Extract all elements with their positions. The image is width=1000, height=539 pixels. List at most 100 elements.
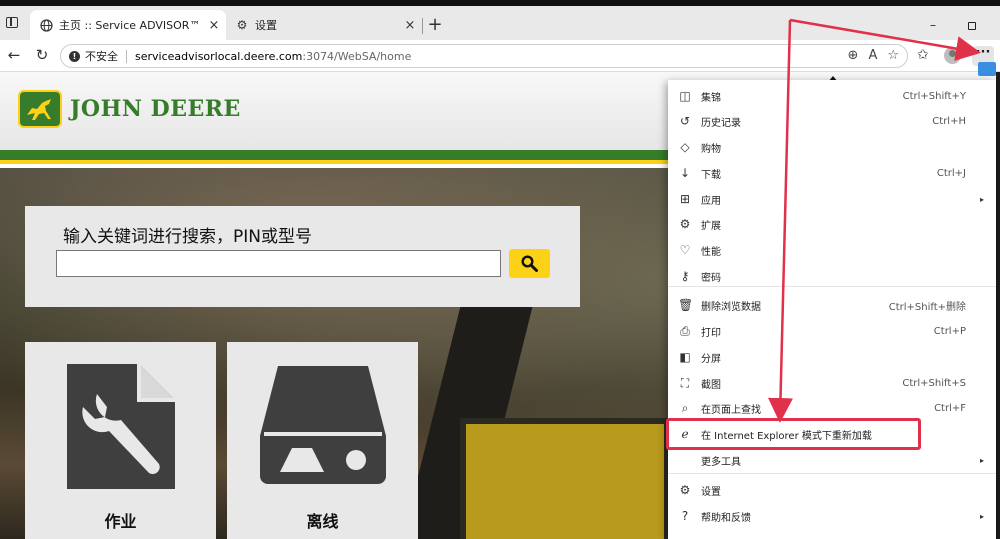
star-icon[interactable]: ☆ <box>887 48 899 63</box>
menu-item[interactable]: ⎙ 打印 Ctrl+P <box>668 319 996 343</box>
menu-item[interactable]: ◇ 购物 <box>668 135 996 159</box>
menu-item-shortcut: Ctrl+Shift+S <box>902 377 966 389</box>
settings-icon: ⚙ <box>679 483 691 497</box>
menu-item[interactable]: ↓ 下载 Ctrl+J <box>668 161 996 185</box>
browser-window: 主页 :: Service ADVISOR™ × ⚙ 设置 × + – ← ↻ … <box>0 0 1000 539</box>
menu-item[interactable]: ◧ 分屏 <box>668 345 996 369</box>
submenu-chevron-icon: ▸ <box>979 511 984 521</box>
browser-toolbar: ← ↻ ! 不安全 serviceadvisorlocal.deere.com:… <box>0 40 1000 72</box>
passwords-icon: ⚷ <box>680 269 690 283</box>
restore-button[interactable] <box>968 22 976 30</box>
menu-item-label: 在页面上查找 <box>701 404 761 416</box>
minimize-button[interactable]: – <box>930 18 936 32</box>
url-host: serviceadvisorlocal.deere.com <box>135 49 303 63</box>
john-deere-logo-icon[interactable] <box>18 90 62 128</box>
menu-item[interactable]: ⌕ 在页面上查找 Ctrl+F <box>668 396 996 420</box>
help-icon: ? <box>681 509 689 523</box>
tab-title: 设置 <box>255 19 277 32</box>
address-divider <box>126 49 127 63</box>
menu-item-label: 截图 <box>701 379 721 391</box>
hard-drive-icon <box>260 364 386 493</box>
profile-avatar[interactable] <box>944 47 961 64</box>
menu-item[interactable]: ⚙ 扩展 <box>668 212 996 236</box>
globe-icon <box>39 18 53 32</box>
submenu-chevron-icon: ▸ <box>979 455 984 465</box>
url-text[interactable]: serviceadvisorlocal.deere.com:3074/WebSA… <box>135 50 411 63</box>
zoom-icon[interactable]: ⊕ <box>848 48 859 63</box>
menu-item-label: 删除浏览数据 <box>701 301 761 313</box>
menu-item[interactable]: ⚙ 设置 <box>668 478 996 502</box>
menu-item-shortcut: Ctrl+Shift+Y <box>902 90 966 102</box>
annotation-highlight-box <box>666 418 921 450</box>
search-button[interactable] <box>509 249 550 278</box>
menu-item[interactable]: 🗑 删除浏览数据 Ctrl+Shift+删除 <box>668 293 996 317</box>
menu-item-label: 设置 <box>701 486 721 498</box>
screenshot-icon: ⛶ <box>680 375 690 390</box>
menu-item-label: 打印 <box>701 327 721 339</box>
menu-item[interactable]: ↺ 历史记录 Ctrl+H <box>668 109 996 133</box>
menu-item-label: 性能 <box>701 246 721 258</box>
search-input[interactable] <box>56 250 501 277</box>
offline-tile-label: 离线 <box>306 512 339 531</box>
performance-icon: ♡ <box>679 243 691 257</box>
menu-item[interactable]: ⊞ 应用 ▸ <box>668 187 996 211</box>
split-screen-icon: ◧ <box>679 350 691 364</box>
menu-separator <box>668 473 996 474</box>
submenu-chevron-icon: ▸ <box>979 194 984 204</box>
apps-icon: ⊞ <box>679 192 691 206</box>
menu-item[interactable]: ◫ 集锦 Ctrl+Shift+Y <box>668 84 996 108</box>
favorites-icon[interactable]: ✩ <box>917 47 929 63</box>
address-actions: ⊕ A ☆ <box>848 48 899 63</box>
menu-item-label: 帮助和反馈 <box>701 512 751 524</box>
tab-settings[interactable]: ⚙ 设置 × <box>226 10 422 40</box>
tab-divider <box>422 18 423 34</box>
menu-item[interactable]: ⚷ 密码 <box>668 264 996 288</box>
menu-item-label: 应用 <box>701 195 721 207</box>
offline-tile[interactable]: 离线 <box>227 342 418 539</box>
warning-icon[interactable]: ! <box>69 50 80 62</box>
menu-item-shortcut: Ctrl+F <box>934 402 966 414</box>
gear-icon: ⚙ <box>236 18 248 32</box>
excavator-cab-shape <box>460 418 670 539</box>
menu-item-label: 下载 <box>701 169 721 181</box>
menu-item-label: 集锦 <box>701 92 721 104</box>
back-arrow-icon[interactable]: ← <box>4 45 24 65</box>
menu-item-label: 购物 <box>701 143 721 155</box>
tab-strip: 主页 :: Service ADVISOR™ × ⚙ 设置 × + – <box>0 6 1000 40</box>
wrench-document-icon <box>67 364 175 493</box>
menu-item-shortcut: Ctrl+P <box>933 325 966 337</box>
menu-item-label: 扩展 <box>701 220 721 232</box>
url-path: :3074/WebSA/home <box>302 49 412 63</box>
menu-item-label: 分屏 <box>701 353 721 365</box>
history-icon: ↺ <box>679 114 691 128</box>
collections-icon: ◫ <box>679 89 691 103</box>
find-icon: ⌕ <box>681 400 689 415</box>
delete-icon: 🗑 <box>678 298 694 312</box>
menu-item-shortcut: Ctrl+Shift+删除 <box>888 301 966 313</box>
menu-item-label: 历史记录 <box>701 117 741 129</box>
address-bar[interactable]: ! 不安全 serviceadvisorlocal.deere.com:3074… <box>60 44 908 68</box>
read-aloud-icon[interactable]: A <box>868 48 877 63</box>
extensions-icon: ⚙ <box>679 217 691 231</box>
menu-item-label: 更多工具 <box>701 456 741 468</box>
search-icon <box>521 255 538 272</box>
tab-actions-icon[interactable] <box>6 17 18 28</box>
menu-item-shortcut: Ctrl+J <box>936 167 966 179</box>
new-tab-button[interactable]: + <box>425 14 445 36</box>
sidebar-copilot-icon[interactable] <box>978 62 996 76</box>
search-title: 输入关键词进行搜索，PIN或型号 <box>63 227 312 247</box>
menu-item[interactable]: 更多工具 ▸ <box>668 448 996 472</box>
close-tab-icon[interactable]: × <box>402 18 418 33</box>
shopping-icon: ◇ <box>680 140 690 154</box>
refresh-icon[interactable]: ↻ <box>32 45 52 65</box>
tab-title: 主页 :: Service ADVISOR™ <box>59 19 201 32</box>
menu-item[interactable]: ⛶ 截图 Ctrl+Shift+S <box>668 371 996 395</box>
insecure-label[interactable]: 不安全 <box>85 48 118 64</box>
brand-name: JOHN DEERE <box>70 96 241 122</box>
work-tile[interactable]: 作业 <box>25 342 216 539</box>
menu-item[interactable]: ? 帮助和反馈 ▸ <box>668 504 996 528</box>
tab-home[interactable]: 主页 :: Service ADVISOR™ × <box>30 10 226 40</box>
close-tab-icon[interactable]: × <box>206 18 222 33</box>
menu-item-shortcut: Ctrl+H <box>932 115 966 127</box>
menu-item[interactable]: ♡ 性能 <box>668 238 996 262</box>
